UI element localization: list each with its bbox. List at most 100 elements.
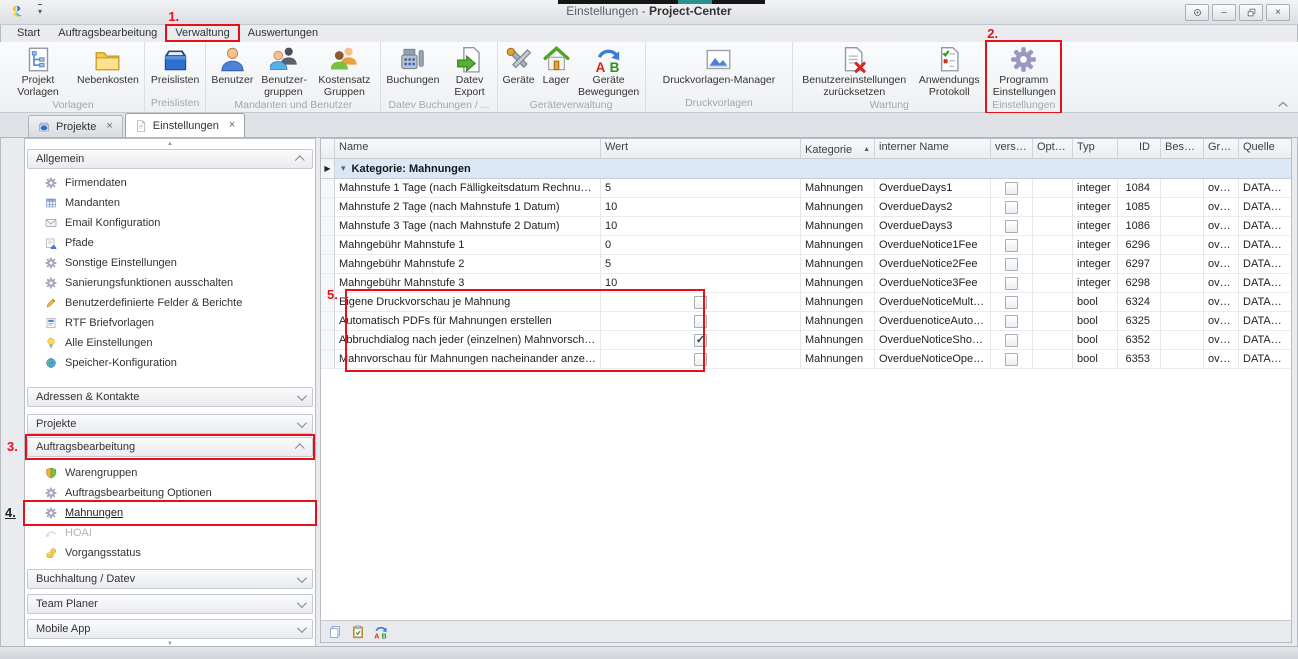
hidden-checkbox[interactable] <box>1005 277 1018 290</box>
value-checkbox-checked[interactable]: ✓ <box>694 334 707 347</box>
header-wert[interactable]: Wert <box>601 139 801 158</box>
ribbon-tab-auswertungen[interactable]: Auswertungen <box>239 26 327 40</box>
minimize-button[interactable]: – <box>1212 4 1236 21</box>
ribbon-tab-auftragsbearbeitung[interactable]: Auftragsbearbeitung <box>49 26 166 40</box>
clipboard-check-icon[interactable] <box>351 625 365 639</box>
sidebar-item-email-konfiguration[interactable]: Email Konfiguration <box>25 213 315 233</box>
sidebar-item-firmendaten[interactable]: Firmendaten <box>25 173 315 193</box>
sidebar-section-projekte[interactable]: Projekte <box>27 414 313 434</box>
close-tab-icon[interactable]: × <box>106 121 112 132</box>
table-row[interactable]: Automatisch PDFs für Mahnungen erstellen… <box>321 312 1291 331</box>
sidebar-item-benutzerdefinierte-felder[interactable]: Benutzerdefinierte Felder & Berichte <box>25 293 315 313</box>
hidden-checkbox[interactable] <box>1005 220 1018 233</box>
hidden-checkbox[interactable] <box>1005 258 1018 271</box>
sidebar-section-adressen-kontakte[interactable]: Adressen & Kontakte <box>27 387 313 407</box>
ribbon-button-benutzer[interactable]: Benutzer <box>208 45 256 87</box>
restore-button[interactable] <box>1239 4 1263 21</box>
value-checkbox[interactable] <box>694 315 707 328</box>
cell-wert[interactable]: 5 <box>601 179 801 198</box>
sidebar-item-speicher-konfiguration[interactable]: Speicher-Konfiguration <box>25 353 315 373</box>
sidebar-section-allgemein[interactable]: Allgemein <box>27 149 313 169</box>
window-style-button[interactable] <box>1185 4 1209 21</box>
header-id[interactable]: ID <box>1118 139 1161 158</box>
ribbon-tab-start[interactable]: Start <box>8 26 49 40</box>
ribbon-button-lager[interactable]: Lager <box>540 45 573 87</box>
ribbon-button-datev-export[interactable]: Datev Export <box>445 45 495 98</box>
header-versteckt[interactable]: verste... <box>991 139 1033 158</box>
scroll-up-icon[interactable]: ▲ <box>25 139 315 149</box>
status-bar <box>0 646 1298 659</box>
header-interner-name[interactable]: interner Name <box>875 139 991 158</box>
ab-rename-icon[interactable] <box>374 625 388 639</box>
sidebar-item-vorgangsstatus[interactable]: Vorgangsstatus <box>25 543 315 563</box>
value-checkbox[interactable] <box>694 353 707 366</box>
category-group-row[interactable]: ▶ ▾ Kategorie: Mahnungen <box>321 159 1291 179</box>
sidebar-item-hoai[interactable]: HOAI <box>25 523 315 543</box>
tab-einstellungen[interactable]: Einstellungen × <box>125 113 246 137</box>
sidebar-section-mobile-app[interactable]: Mobile App <box>27 619 313 639</box>
table-row[interactable]: Mahnvorschau für Mahnungen nacheinander … <box>321 350 1291 369</box>
sidebar-item-alle-einstellungen[interactable]: Alle Einstellungen <box>25 333 315 353</box>
hidden-checkbox[interactable] <box>1005 201 1018 214</box>
sidebar-section-team-planer[interactable]: Team Planer <box>27 594 313 614</box>
table-row[interactable]: Mahngebühr Mahnstufe 3 10 Mahnungen Over… <box>321 274 1291 293</box>
ribbon-button-buchungen[interactable]: Buchungen <box>383 45 442 87</box>
table-row[interactable]: Mahnstufe 3 Tage (nach Mahnstufe 2 Datum… <box>321 217 1291 236</box>
ribbon-button-anwendungs-protokoll[interactable]: Anwendungs Protokoll <box>915 45 983 98</box>
sidebar-item-sanierungsfunktionen-ausschalten[interactable]: Sanierungsfunktionen ausschalten <box>25 273 315 293</box>
table-row[interactable]: Mahngebühr Mahnstufe 1 0 Mahnungen Overd… <box>321 236 1291 255</box>
table-row[interactable]: Eigene Druckvorschau je Mahnung Mahnunge… <box>321 293 1291 312</box>
sidebar-item-mahnungen[interactable]: Mahnungen 4. <box>25 503 315 523</box>
ribbon-button-benutzereinstellungen-zuruecksetzen[interactable]: Benutzereinstellungen zurücksetzen <box>795 45 913 98</box>
header-beschreibung[interactable]: Beschr... <box>1161 139 1204 158</box>
ribbon-button-projekt-vorlagen[interactable]: Projekt Vorlagen <box>4 45 72 98</box>
hidden-checkbox[interactable] <box>1005 239 1018 252</box>
ribbon-button-preislisten[interactable]: Preislisten <box>148 45 202 87</box>
sidebar-item-mandanten[interactable]: Mandanten <box>25 193 315 213</box>
sidebar-item-sonstige-einstellungen[interactable]: Sonstige Einstellungen <box>25 253 315 273</box>
sidebar-item-auftragsbearbeitung-optionen[interactable]: Auftragsbearbeitung Optionen <box>25 483 315 503</box>
ribbon-button-programm-einstellungen[interactable]: Programm Einstellungen <box>990 45 1058 98</box>
hidden-checkbox[interactable] <box>1005 315 1018 328</box>
table-row[interactable]: Mahngebühr Mahnstufe 2 5 Mahnungen Overd… <box>321 255 1291 274</box>
ribbon-button-geraete[interactable]: Geräte <box>500 45 538 87</box>
hidden-checkbox[interactable] <box>1005 296 1018 309</box>
header-optionen[interactable]: Option... <box>1033 139 1073 158</box>
collapse-group-icon[interactable]: ▾ <box>341 163 346 174</box>
ribbon-button-nebenkosten[interactable]: Nebenkosten <box>74 45 142 87</box>
header-name[interactable]: Name <box>335 139 601 158</box>
close-tab-icon[interactable]: × <box>229 120 235 131</box>
cell-wert[interactable]: 10 <box>601 198 801 217</box>
cell-wert[interactable]: 5 <box>601 255 801 274</box>
sidebar-item-pfade[interactable]: Pfade <box>25 233 315 253</box>
header-typ[interactable]: Typ <box>1073 139 1118 158</box>
close-button[interactable]: × <box>1266 4 1290 21</box>
hidden-checkbox[interactable] <box>1005 353 1018 366</box>
ribbon-button-geraete-bewegungen[interactable]: Geräte Bewegungen <box>575 45 643 98</box>
hoai-icon <box>45 527 57 539</box>
sidebar-item-warengruppen[interactable]: Warengruppen <box>25 463 315 483</box>
hidden-checkbox[interactable] <box>1005 182 1018 195</box>
collapse-ribbon-button[interactable] <box>1276 98 1290 110</box>
hidden-checkbox[interactable] <box>1005 334 1018 347</box>
coins-icon <box>45 547 57 559</box>
sidebar-section-auftragsbearbeitung[interactable]: Auftragsbearbeitung 3. <box>27 437 313 457</box>
sidebar-item-rtf-briefvorlagen[interactable]: RTF Briefvorlagen <box>25 313 315 333</box>
ribbon-button-benutzergruppen[interactable]: Benutzer-gruppen <box>258 45 308 98</box>
cell-wert[interactable]: 0 <box>601 236 801 255</box>
header-kategorie[interactable]: Kategorie ▲ <box>801 139 875 158</box>
sidebar-section-buchhaltung-datev[interactable]: Buchhaltung / Datev <box>27 569 313 589</box>
table-row[interactable]: Mahnstufe 2 Tage (nach Mahnstufe 1 Datum… <box>321 198 1291 217</box>
header-quelle[interactable]: Quelle <box>1239 139 1291 158</box>
cell-wert[interactable]: 10 <box>601 274 801 293</box>
ribbon-tab-verwaltung[interactable]: Verwaltung 1. <box>166 26 238 40</box>
ribbon-button-druckvorlagen-manager[interactable]: Druckvorlagen-Manager <box>660 45 779 87</box>
value-checkbox[interactable] <box>694 296 707 309</box>
tab-projekte[interactable]: Projekte × <box>28 115 123 137</box>
cell-wert[interactable]: 10 <box>601 217 801 236</box>
copy-icon[interactable] <box>328 625 342 639</box>
table-row[interactable]: Mahnstufe 1 Tage (nach Fälligkeitsdatum … <box>321 179 1291 198</box>
ribbon-button-kostensatz-gruppen[interactable]: Kostensatz Gruppen <box>310 45 378 98</box>
header-gruppe[interactable]: Gruppe <box>1204 139 1239 158</box>
table-row[interactable]: Abbruchdialog nach jeder (einzelnen) Mah… <box>321 331 1291 350</box>
